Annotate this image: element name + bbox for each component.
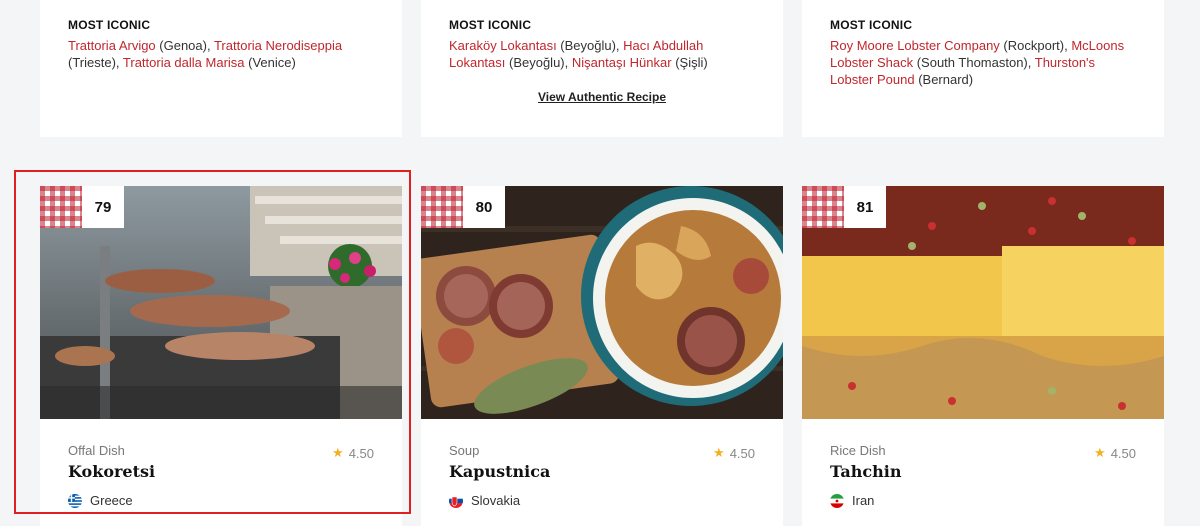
most-iconic-text: Karaköy Lokantası (Beyoğlu), Hacı Abdull…	[449, 38, 708, 70]
view-authentic-recipe-link[interactable]: View Authentic Recipe	[449, 90, 755, 104]
dish-category: Soup	[449, 443, 480, 458]
country-name: Slovakia	[471, 493, 521, 508]
country-name: Iran	[852, 493, 875, 508]
dish-image[interactable]: 80	[421, 186, 783, 419]
rating-value: 4.50	[1110, 445, 1136, 461]
dish-category: Rice Dish	[830, 443, 886, 458]
most-iconic-label: MOST ICONIC	[830, 18, 913, 32]
rank-number: 80	[463, 186, 505, 228]
restaurant-link[interactable]: Nişantaşı Hünkar	[572, 55, 672, 70]
star-icon: ★	[1094, 445, 1106, 460]
top-card-1: MOST ICONIC Trattoria Arvigo (Genoa), Tr…	[40, 0, 402, 137]
top-card-3: MOST ICONIC Roy Moore Lobster Company (R…	[802, 0, 1164, 137]
gingham-pattern	[802, 186, 844, 228]
dish-card-tahchin[interactable]: 81 Rice Dish ★ 4.50 Tahchin Iran	[802, 186, 1164, 526]
restaurant-link[interactable]: Trattoria Arvigo	[68, 38, 156, 53]
dish-info: Rice Dish ★ 4.50 Tahchin Iran	[802, 419, 1164, 508]
star-icon: ★	[713, 445, 725, 460]
most-iconic-label: MOST ICONIC	[68, 18, 151, 32]
restaurant-link[interactable]: Karaköy Lokantası	[449, 38, 557, 53]
slovakia-flag-icon	[449, 493, 463, 508]
rank-badge: 81	[802, 186, 886, 228]
dish-card-kapustnica[interactable]: 80 Soup ★ 4.50 Kapustnica Slovakia	[421, 186, 783, 526]
dish-image[interactable]: 81	[802, 186, 1164, 419]
restaurant-link[interactable]: Trattoria dalla Marisa	[123, 55, 245, 70]
gingham-pattern	[421, 186, 463, 228]
dish-name[interactable]: Kapustnica	[449, 462, 755, 481]
rating-value: 4.50	[729, 445, 755, 461]
restaurant-link[interactable]: Roy Moore Lobster Company	[830, 38, 1000, 53]
restaurant-link[interactable]: Trattoria Nerodiseppia	[214, 38, 342, 53]
most-iconic-label: MOST ICONIC	[449, 18, 532, 32]
most-iconic-text: Roy Moore Lobster Company (Rockport), Mc…	[830, 38, 1125, 87]
dish-country[interactable]: Iran	[830, 493, 1136, 508]
dish-name[interactable]: Tahchin	[830, 462, 1136, 481]
rank-number: 81	[844, 186, 886, 228]
top-card-2: MOST ICONIC Karaköy Lokantası (Beyoğlu),…	[421, 0, 783, 137]
selection-highlight	[14, 170, 411, 514]
dish-country[interactable]: Slovakia	[449, 493, 755, 508]
dish-rating: ★ 4.50	[1094, 445, 1136, 461]
most-iconic-text: Trattoria Arvigo (Genoa), Trattoria Nero…	[68, 38, 343, 70]
dish-info: Soup ★ 4.50 Kapustnica Slovakia	[421, 419, 783, 508]
rank-badge: 80	[421, 186, 505, 228]
iran-flag-icon	[830, 493, 844, 508]
dish-rating: ★ 4.50	[713, 445, 755, 461]
